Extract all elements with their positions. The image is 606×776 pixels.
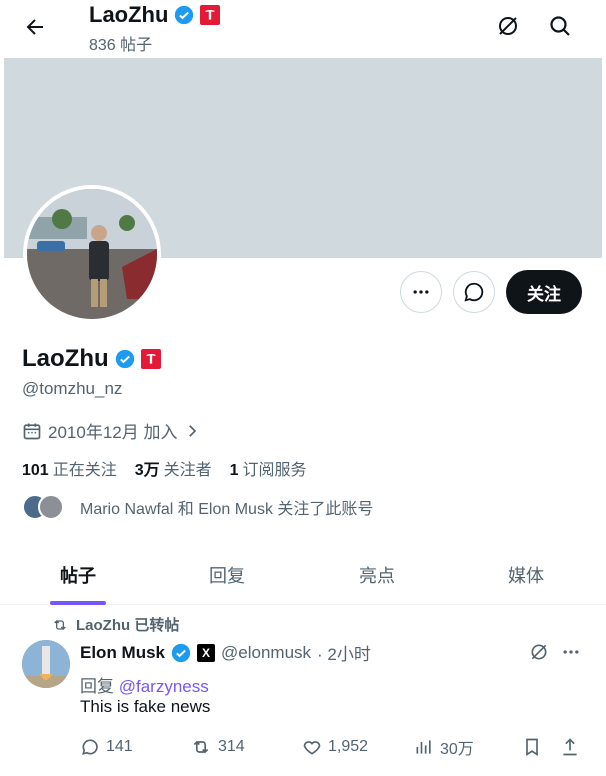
repost-indicator[interactable]: LaoZhu 已转帖 (52, 614, 179, 635)
followed-by-row[interactable]: Mario Nawfal 和 Elon Musk 关注了此账号 (22, 492, 373, 522)
bookmark-icon (526, 738, 538, 757)
tesla-logo-icon (200, 5, 221, 25)
top-bar: LaoZhu 836 帖子 (0, 0, 606, 58)
reply-count: 141 (106, 738, 133, 755)
more-options-button[interactable] (400, 271, 442, 313)
profile-tabs: 帖子 回复 亮点 媒体 (0, 545, 606, 605)
profile-avatar[interactable] (23, 185, 161, 323)
profile-name-row: LaoZhu (22, 345, 161, 373)
following-stat[interactable]: 101 正在关注 (22, 456, 117, 480)
post-header: Elon Musk X @elonmusk · 2小时 (80, 640, 371, 665)
share-action[interactable] (560, 734, 580, 760)
active-tab-indicator (50, 601, 106, 605)
repost-label: LaoZhu 已转帖 (76, 617, 180, 634)
message-button[interactable] (453, 271, 495, 313)
follow-button[interactable]: 关注 (506, 270, 582, 314)
grok-icon[interactable] (525, 640, 553, 664)
x-logo-icon: X (197, 643, 216, 662)
share-icon (563, 738, 577, 756)
more-dots-icon (413, 290, 429, 294)
repost-action[interactable]: 314 (190, 734, 245, 760)
views-action[interactable]: 30万 (414, 734, 474, 760)
profile-name: LaoZhu (22, 345, 109, 372)
tab-media[interactable]: 媒体 (476, 545, 576, 605)
tab-replies[interactable]: 回复 (177, 545, 277, 605)
profile-handle: @tomzhu_nz (22, 379, 123, 398)
bookmark-action[interactable] (522, 734, 542, 760)
tab-highlights[interactable]: 亮点 (327, 545, 427, 605)
views-chart-icon (416, 740, 431, 754)
search-icon[interactable] (546, 12, 574, 40)
post-more-icon[interactable] (557, 640, 585, 664)
post-author-avatar[interactable] (22, 640, 70, 688)
reply-to-line: 回复 @farzyness (80, 672, 209, 697)
reply-action[interactable]: 141 (80, 734, 133, 760)
joined-date[interactable]: 2010年12月 加入 (22, 418, 201, 443)
like-action[interactable]: 1,952 (302, 734, 368, 760)
grok-icon[interactable] (494, 12, 522, 40)
followers-stat[interactable]: 3万 关注者 (135, 456, 212, 480)
repost-count: 314 (218, 738, 245, 755)
header-name: LaoZhu (89, 2, 169, 27)
repost-icon (54, 619, 66, 630)
post-author-handle[interactable]: @elonmusk (221, 643, 311, 663)
verified-badge-icon (171, 643, 191, 662)
followed-by-text: Mario Nawfal 和 Elon Musk 关注了此账号 (80, 501, 374, 518)
post-text: This is fake news (80, 697, 211, 716)
back-arrow-icon[interactable] (20, 12, 50, 42)
repost-icon (193, 740, 209, 754)
reply-prefix: 回复 (80, 677, 119, 696)
views-count: 30万 (440, 741, 474, 758)
verified-badge-icon (175, 5, 194, 25)
post-time[interactable]: · 2小时 (317, 640, 371, 665)
reply-icon (82, 739, 98, 755)
calendar-icon (23, 423, 41, 439)
like-count: 1,952 (328, 738, 369, 755)
tab-posts[interactable]: 帖子 (28, 545, 128, 605)
avatar (38, 494, 64, 520)
follower-avatars (22, 492, 70, 522)
joined-text: 2010年12月 加入 (48, 423, 178, 442)
tesla-logo-icon (140, 349, 161, 369)
profile-stats: 101 正在关注 3万 关注者 1 订阅服务 (22, 456, 307, 480)
heart-icon (303, 741, 321, 755)
verified-badge-icon (115, 349, 134, 369)
subscriptions-stat[interactable]: 1 订阅服务 (230, 456, 307, 480)
chevron-right-icon (189, 424, 197, 437)
post-count: 836 帖子 (89, 37, 153, 54)
post-author-name[interactable]: Elon Musk (80, 643, 165, 663)
header-title: LaoZhu (89, 2, 221, 28)
reply-to-handle[interactable]: @farzyness (119, 677, 209, 696)
message-bubble-icon (464, 282, 484, 302)
